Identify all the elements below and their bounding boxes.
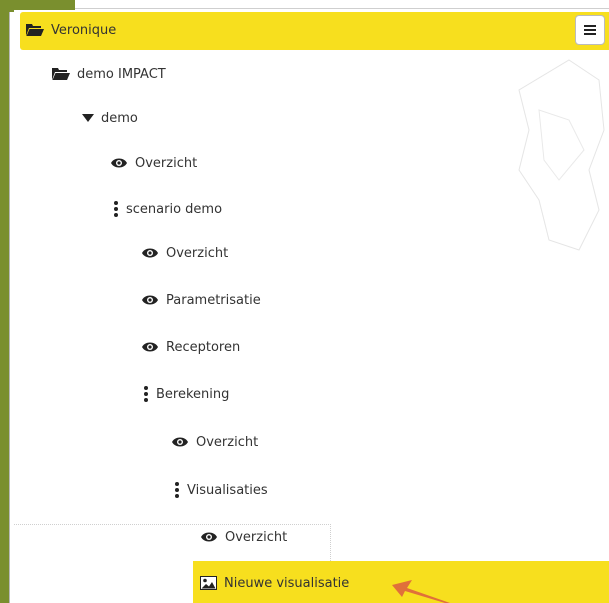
tree-item-label: Veronique <box>51 22 117 38</box>
tree-item-demo[interactable]: demo <box>82 106 138 130</box>
tree-item-demo-impact[interactable]: demo IMPACT <box>52 62 166 86</box>
tree-item-label: Overzicht <box>225 529 288 545</box>
tree-item-receptoren[interactable]: Receptoren <box>141 335 240 359</box>
vertical-dots-icon <box>143 386 149 402</box>
menu-button[interactable] <box>575 15 605 45</box>
top-frame <box>0 0 75 10</box>
tree-item-parametrisatie[interactable]: Parametrisatie <box>141 288 261 312</box>
eye-icon <box>141 341 159 353</box>
tree-item-label: Overzicht <box>196 434 259 450</box>
tree-item-label: demo <box>101 110 138 126</box>
tree-item-label: Berekening <box>156 386 230 402</box>
tree-item-label: Receptoren <box>166 339 241 355</box>
eye-icon <box>141 247 159 259</box>
tree-item-overzicht[interactable]: Overzicht <box>171 430 258 454</box>
tree-item-overzicht[interactable]: Overzicht <box>141 241 228 265</box>
tree-item-label: Nieuwe visualisatie <box>224 575 350 591</box>
tree-panel <box>14 10 609 603</box>
tree-item-label: scenario demo <box>126 201 223 217</box>
tree-item-root[interactable]: Veronique <box>26 18 116 42</box>
tree-item-nieuwe-visualisatie[interactable]: Nieuwe visualisatie <box>200 571 349 595</box>
tree-item-overzicht[interactable]: Overzicht <box>200 525 287 549</box>
tree-item-visualisaties[interactable]: Visualisaties <box>174 478 268 502</box>
hamburger-menu-icon <box>584 25 596 35</box>
caret-down-icon <box>82 113 94 123</box>
eye-icon <box>110 157 128 169</box>
tree-item-label: Overzicht <box>166 245 229 261</box>
tree-item-scenario-demo[interactable]: scenario demo <box>113 197 222 221</box>
tree-item-berekening[interactable]: Berekening <box>143 382 229 406</box>
folder-open-icon <box>26 23 44 37</box>
tree-item-label: demo IMPACT <box>77 66 166 82</box>
tree-item-overzicht[interactable]: Overzicht <box>110 151 197 175</box>
top-divider <box>75 8 609 9</box>
folder-open-icon <box>52 67 70 81</box>
tree-item-label: Visualisaties <box>187 482 268 498</box>
tree-item-label: Overzicht <box>135 155 198 171</box>
eye-icon <box>141 294 159 306</box>
image-icon <box>200 576 217 590</box>
map-background-icon <box>518 59 605 251</box>
tree-item-label: Parametrisatie <box>166 292 261 308</box>
vertical-dots-icon <box>174 482 180 498</box>
eye-icon <box>200 531 218 543</box>
eye-icon <box>171 436 189 448</box>
vertical-dots-icon <box>113 201 119 217</box>
pointer-arrow-icon <box>392 580 450 603</box>
